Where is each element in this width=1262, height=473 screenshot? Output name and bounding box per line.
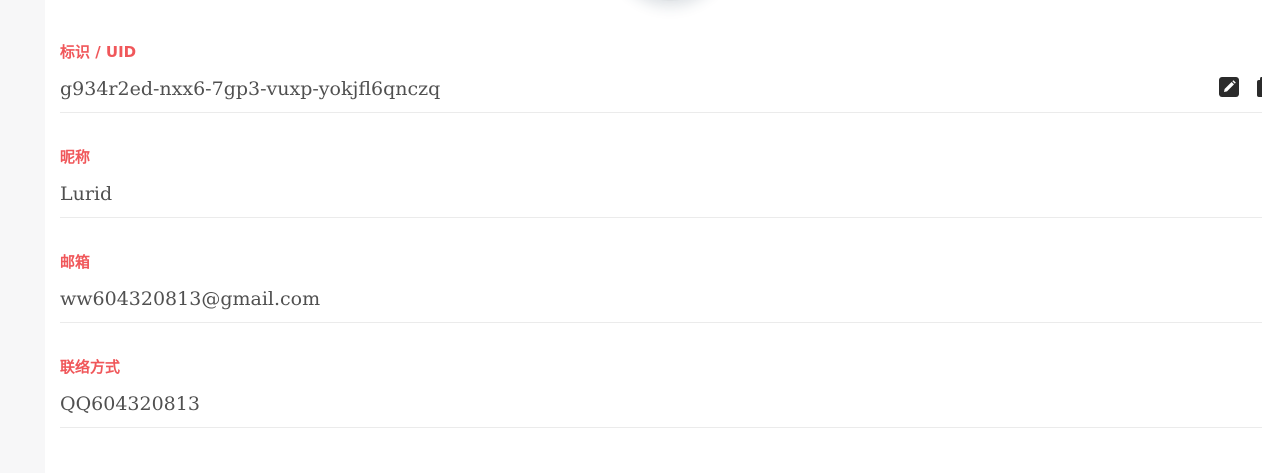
profile-card: 标识 / UID g934r2ed-nxx6-7gp3-vuxp-yokjfl6… (45, 0, 1262, 473)
email-field: 邮箱 ww604320813@gmail.com (60, 218, 1262, 323)
uid-field: 标识 / UID g934r2ed-nxx6-7gp3-vuxp-yokjfl6… (60, 8, 1262, 113)
uid-label: 标识 / UID (60, 43, 137, 61)
email-value: ww604320813@gmail.com (60, 288, 321, 310)
contact-field: 联络方式 QQ604320813 (60, 323, 1262, 428)
copy-icon[interactable] (1257, 76, 1262, 97)
edit-icon[interactable] (1219, 77, 1239, 97)
uid-value: g934r2ed-nxx6-7gp3-vuxp-yokjfl6qnczq (60, 78, 441, 100)
nickname-value: Lurid (60, 183, 113, 205)
nickname-field: 昵称 Lurid (60, 113, 1262, 218)
nickname-label: 昵称 (60, 148, 91, 166)
contact-value: QQ604320813 (60, 393, 200, 415)
contact-label: 联络方式 (60, 358, 121, 376)
email-label: 邮箱 (60, 253, 91, 271)
